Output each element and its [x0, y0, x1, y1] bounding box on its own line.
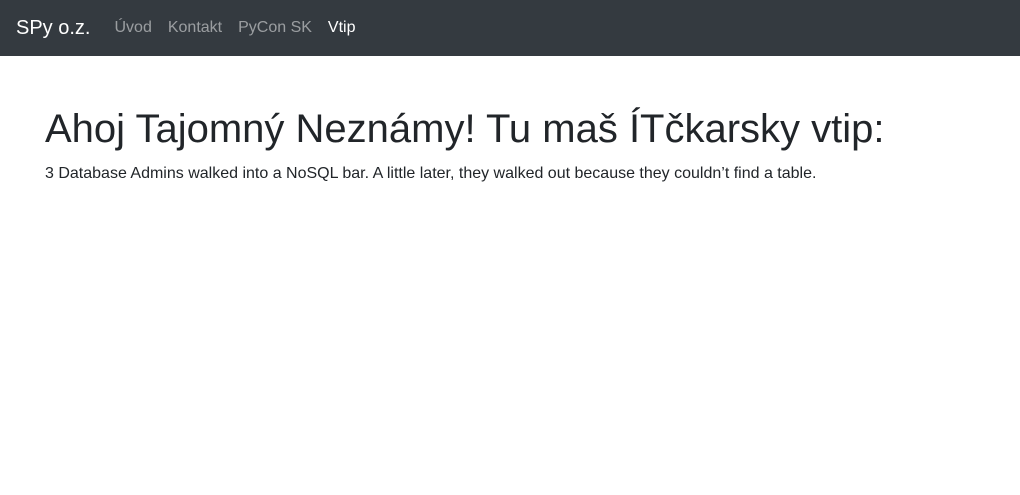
nav-item-pycon-sk: PyCon SK	[230, 8, 320, 48]
top-navbar: SPy o.z. Úvod Kontakt PyCon SK Vtip	[0, 0, 1020, 56]
nav-item-kontakt: Kontakt	[160, 8, 230, 48]
nav-link-pycon-sk[interactable]: PyCon SK	[230, 8, 320, 48]
nav-item-vtip: Vtip	[320, 8, 364, 48]
nav-item-uvod: Úvod	[106, 8, 159, 48]
nav-link-uvod[interactable]: Úvod	[106, 8, 159, 48]
nav-link-vtip[interactable]: Vtip	[320, 8, 364, 48]
page-title: Ahoj Tajomný Neznámy! Tu maš ÍTčkarsky v…	[45, 107, 885, 151]
brand-link[interactable]: SPy o.z.	[16, 13, 90, 43]
main-content: Ahoj Tajomný Neznámy! Tu maš ÍTčkarsky v…	[45, 100, 985, 186]
nav-link-kontakt[interactable]: Kontakt	[160, 8, 230, 48]
joke-text: 3 Database Admins walked into a NoSQL ba…	[45, 165, 817, 182]
nav-menu: Úvod Kontakt PyCon SK Vtip	[106, 8, 363, 48]
